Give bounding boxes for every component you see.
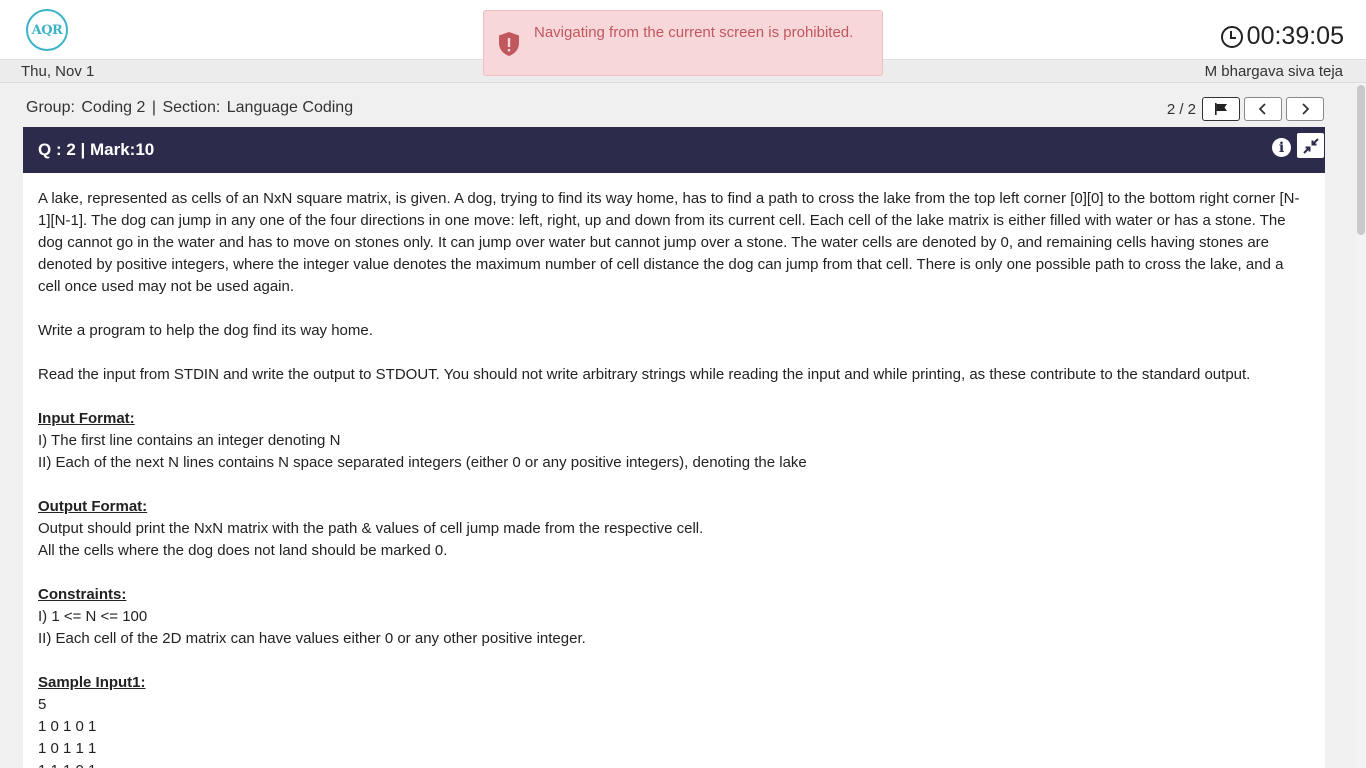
flag-icon [1215, 103, 1227, 115]
sample-input-line: 1 1 1 0 1 [38, 760, 1310, 768]
section-value: Language Coding [226, 99, 354, 116]
separator: | [151, 99, 157, 116]
next-question-button[interactable] [1286, 97, 1324, 121]
question-title: Q : 2 | Mark:10 [38, 140, 155, 159]
collapse-icon [1302, 137, 1319, 154]
question-task: Write a program to help the dog find its… [38, 322, 373, 339]
group-label: Group: [26, 99, 75, 116]
input-format-heading: Input Format: [38, 410, 135, 427]
error-toast: Navigating from the current screen is pr… [483, 10, 883, 76]
question-body: A lake, represented as cells of an NxN s… [23, 173, 1325, 768]
collapse-button[interactable] [1297, 133, 1324, 158]
question-header: Q : 2 | Mark:10 i [23, 127, 1325, 173]
timer: 00:39:05 [1220, 22, 1344, 51]
chevron-left-icon [1258, 103, 1266, 115]
constraint-line: I) 1 <= N <= 100 [38, 608, 148, 625]
section-label: Section: [162, 99, 221, 116]
shield-alert-icon [499, 32, 519, 56]
scrollbar-thumb[interactable] [1357, 85, 1365, 235]
sample-input-line: 1 0 1 0 1 [38, 718, 97, 735]
constraint-line: II) Each cell of the 2D matrix can have … [38, 630, 586, 647]
timer-value: 00:39:05 [1246, 22, 1344, 50]
toast-message: Navigating from the current screen is pr… [534, 24, 854, 41]
user-name: M bhargava siva teja [1204, 63, 1343, 80]
clock-icon [1220, 25, 1243, 48]
sample-input-line: 1 0 1 1 1 [38, 740, 97, 757]
input-format-line: I) The first line contains an integer de… [38, 432, 341, 449]
info-icon[interactable]: i [1272, 138, 1291, 157]
previous-question-button[interactable] [1244, 97, 1282, 121]
question-count: 2 / 2 [1166, 100, 1196, 118]
question-intro: A lake, represented as cells of an NxN s… [38, 190, 1300, 295]
group-section-label: Group: Coding 2 | Section: Language Codi… [26, 99, 1326, 117]
question-pager: 2 / 2 [1167, 97, 1324, 121]
question-io-note: Read the input from STDIN and write the … [38, 366, 1251, 383]
sample-input-heading: Sample Input1: [38, 674, 146, 691]
output-format-line: All the cells where the dog does not lan… [38, 542, 448, 559]
output-format-heading: Output Format: [38, 498, 148, 515]
date-label: Thu, Nov 1 [21, 63, 95, 80]
constraints-heading: Constraints: [38, 586, 127, 603]
page-scrollbar[interactable] [1356, 83, 1366, 768]
logo: AQR [26, 9, 68, 51]
question-info-row: Group: Coding 2 | Section: Language Codi… [26, 97, 1326, 123]
output-format-line: Output should print the NxN matrix with … [38, 520, 704, 537]
input-format-line: II) Each of the next N lines contains N … [38, 454, 807, 471]
chevron-right-icon [1302, 103, 1310, 115]
sample-input-line: 5 [38, 696, 47, 713]
flag-button[interactable] [1202, 97, 1240, 121]
group-value: Coding 2 [81, 99, 146, 116]
